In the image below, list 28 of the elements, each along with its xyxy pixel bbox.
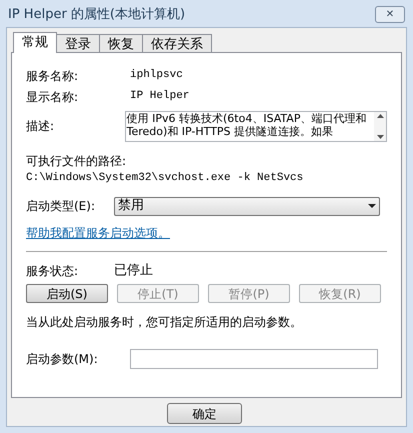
dropdown-arrow-icon [368, 204, 376, 208]
display-name-value: IP Helper [130, 89, 190, 104]
tab[interactable]: 常规 [13, 32, 57, 53]
scroll-up-icon[interactable] [376, 114, 384, 118]
scroll-down-icon[interactable] [376, 135, 384, 139]
field-label: 描述: [26, 118, 56, 135]
tab[interactable]: 登录 [56, 34, 100, 52]
field-label: 启动类型(E): [26, 198, 96, 215]
field-label: 服务名称: [26, 68, 80, 84]
service-button[interactable]: 启动(S) [26, 284, 108, 302]
tab[interactable]: 依存关系 [142, 34, 212, 52]
window-title: IP Helper 的属性(本地计算机) [8, 6, 186, 24]
tab[interactable]: 恢复 [99, 34, 143, 52]
path-value: C:\Windows\System32\svchost.exe -k NetSvcs [26, 171, 304, 186]
scrollbar[interactable] [374, 112, 386, 141]
field-label: 服务状态: [26, 262, 80, 280]
hint-text: 当从此处启动服务时，您可指定所适用的启动参数。 [26, 314, 303, 330]
help-link[interactable]: 帮助我配置服务启动选项。 [26, 224, 170, 242]
service-name-value: iphlpsvc [130, 68, 183, 84]
startup-type-dropdown[interactable]: 禁用 [114, 196, 380, 216]
close-button[interactable]: ✕ [375, 6, 405, 23]
description-box[interactable]: 使用 IPv6 转换技术(6to4、ISATAP、端口代理和 Teredo)和 IP-HTTPS 提供隧道连接。如果 [124, 111, 387, 142]
start-parameters-field[interactable] [130, 348, 378, 368]
field-label: 启动参数(M): [26, 350, 99, 368]
service-status-value: 已停止 [114, 262, 153, 280]
field-label: 可执行文件的路径: [26, 153, 128, 170]
field-label: 显示名称: [26, 88, 80, 106]
dialog-button[interactable]: 确定 [167, 403, 242, 424]
